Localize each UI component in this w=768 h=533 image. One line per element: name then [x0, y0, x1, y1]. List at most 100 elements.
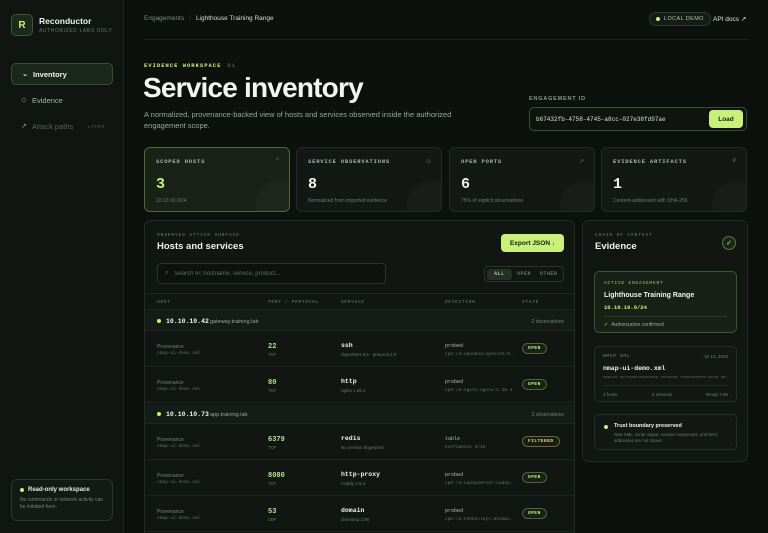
table-row[interactable]: Provenance nmap-ui-demo.xml 22 TCP ssh O…	[145, 332, 574, 367]
provenance-file: nmap-ui-demo.xml	[157, 387, 201, 392]
hosts-title: Hosts and services	[157, 241, 244, 252]
nmap-filename: nmap-ui-demo.xml	[603, 365, 666, 372]
sidebar-item-label: Inventory	[33, 69, 67, 79]
active-engagement-card[interactable]: ACTIVE ENGAGEMENT Lighthouse Training Ra…	[594, 271, 737, 333]
state-filter: ALL OPEN OTHER	[484, 266, 564, 282]
detection-method: probed	[445, 472, 464, 478]
observation-count: 2 observations	[531, 319, 564, 325]
trust-boundary-card: Trust boundary preserved Raw XML, script…	[594, 414, 737, 450]
status-dot-icon	[157, 319, 161, 323]
hosts-eyebrow: OBSERVED ATTACK SURFACE	[157, 233, 240, 238]
sidebar-nav: ⌄ Inventory ◇ Evidence ↗ Attack paths LA…	[11, 63, 113, 141]
port: 80	[268, 379, 277, 387]
search-input[interactable]	[174, 270, 365, 277]
service-name: redis	[341, 435, 361, 442]
authorization-text: Authorization confirmed	[611, 322, 664, 328]
column-state[interactable]: STATE	[522, 300, 539, 305]
provenance-file: nmap-ui-demo.xml	[157, 516, 201, 521]
cpe: cpe:/a:openbsd:openssh:9.6	[445, 352, 515, 357]
engagement-id-box: Load	[529, 107, 747, 131]
readonly-desc: No commands or network activity can be i…	[20, 497, 104, 510]
host-ip: 10.10.10.73	[166, 411, 209, 418]
table-row[interactable]: Provenance nmap-ui-demo.xml 8080 TCP htt…	[145, 461, 574, 496]
table-row[interactable]: Provenance nmap-ui-demo.xml 6379 TCP red…	[145, 425, 574, 460]
port: 8080	[268, 472, 285, 480]
port: 6379	[268, 436, 285, 444]
provenance-label: Provenance	[157, 344, 184, 350]
table-header: HOST PORT / PROTOCOL SERVICE DETECTION S…	[145, 293, 574, 310]
nmap-version: Nmap 7.95	[705, 392, 728, 397]
sidebar-item-inventory[interactable]: ⌄ Inventory	[11, 63, 113, 85]
stat-card-open-ports[interactable]: OPEN PORTS ↗ 6 75% of explicit observati…	[449, 147, 595, 212]
export-json-button[interactable]: Export JSON ↓	[501, 234, 564, 252]
column-host[interactable]: HOST	[157, 300, 171, 305]
api-docs-link[interactable]: API docs ↗	[713, 15, 746, 23]
column-service[interactable]: SERVICE	[341, 300, 365, 305]
column-port-protocol[interactable]: PORT / PROTOCOL	[268, 300, 319, 305]
status-badge: OPEN	[522, 379, 547, 390]
engagement-id-input[interactable]	[536, 113, 701, 126]
evidence-title: Evidence	[595, 241, 637, 252]
status-badge: OPEN	[522, 508, 547, 519]
brand[interactable]: R Reconductor AUTHORIZED LABS ONLY	[11, 14, 112, 36]
brand-logo: R	[11, 14, 33, 36]
nmap-hosts: 3 hosts	[603, 392, 618, 397]
sidebar-item-label: Attack paths	[32, 121, 74, 131]
page-title: Service inventory	[143, 72, 364, 103]
page-eyebrow-number: 01	[227, 62, 237, 69]
check-icon: ✓	[604, 322, 609, 328]
stat-label: SERVICE OBSERVATIONS	[308, 158, 391, 165]
host-group-row[interactable]: 10.10.10.42 gateway.training.lab 2 obser…	[145, 311, 574, 331]
cpe: Confidence 3/10	[445, 445, 486, 450]
provenance-file: nmap-ui-demo.xml	[157, 444, 201, 449]
table-row[interactable]: Provenance nmap-ui-demo.xml 53 UDP domai…	[145, 497, 574, 532]
host-ip: 10.10.10.42	[166, 318, 209, 325]
service-name: ssh	[341, 342, 353, 349]
breadcrumb-engagements[interactable]: Engagements	[144, 15, 184, 22]
search-box: ⌕	[157, 263, 386, 284]
detection-method: probed	[445, 379, 464, 385]
nmap-date: Jul 12, 2026	[703, 354, 728, 359]
provenance-file: nmap-ui-demo.xml	[157, 480, 201, 485]
engagement-id-label: ENGAGEMENT ID	[529, 96, 586, 102]
load-button[interactable]: Load	[709, 110, 743, 128]
nmap-artifact-card[interactable]: NMAP XML Jul 12, 2026 nmap-ui-demo.xml 0…	[594, 346, 737, 402]
diamond-icon: ◇	[426, 159, 431, 165]
sidebar-item-attack-paths[interactable]: ↗ Attack paths LATER	[11, 115, 113, 137]
breadcrumb: Engagements / Lighthouse Training Range	[144, 15, 274, 22]
active-engagement-scope: 10.10.10.0/24	[604, 304, 647, 311]
caret-up-icon: ^	[276, 158, 279, 164]
page-eyebrow: EVIDENCE WORKSPACE 01	[144, 62, 236, 69]
service-name: http-proxy	[341, 471, 381, 478]
sidebar: R Reconductor AUTHORIZED LABS ONLY ⌄ Inv…	[0, 0, 124, 533]
host-group-row[interactable]: 10.10.10.73 app.training.lab 3 observati…	[145, 404, 574, 424]
column-detection[interactable]: DETECTION	[445, 300, 476, 305]
cpe: cpe:/a:nginx:nginx:1.26.1	[445, 388, 513, 393]
sidebar-item-evidence[interactable]: ◇ Evidence	[11, 89, 113, 111]
status-dot-icon	[20, 488, 24, 492]
provenance-label: Provenance	[157, 473, 184, 479]
port: 22	[268, 343, 277, 351]
evidence-panel: CHAIN OF CONTEXT Evidence ✓ ACTIVE ENGAG…	[582, 220, 748, 462]
stat-card-evidence-artifacts[interactable]: EVIDENCE ARTIFACTS # 1 Content-addressed…	[601, 147, 747, 212]
trust-title: Trust boundary preserved	[614, 423, 682, 429]
stat-card-scoped-hosts[interactable]: SCOPED HOSTS ^ 3 10.10.10.0/24	[144, 147, 290, 212]
filter-all[interactable]: ALL	[487, 268, 512, 280]
service-version: No version fingerprint	[341, 445, 384, 450]
brand-name: Reconductor	[39, 16, 92, 26]
status-dot-icon	[656, 17, 660, 21]
filter-other[interactable]: OTHER	[536, 269, 561, 280]
brand-tagline: AUTHORIZED LABS ONLY	[39, 28, 113, 34]
detection-method: table	[445, 436, 461, 442]
terminal-icon: ⌄	[22, 71, 28, 78]
protocol: TCP	[268, 482, 277, 487]
nmap-eyebrow: NMAP XML	[603, 354, 631, 359]
cpe: cpe:/a:thekelleys:dnsmasq:2.90	[445, 517, 515, 522]
filter-open[interactable]: OPEN	[512, 269, 537, 280]
table-row[interactable]: Provenance nmap-ui-demo.xml 80 TCP http …	[145, 368, 574, 403]
hosts-panel: OBSERVED ATTACK SURFACE Hosts and servic…	[144, 220, 575, 533]
port: 53	[268, 508, 277, 516]
check-icon: ✓	[722, 236, 736, 250]
active-engagement-eyebrow: ACTIVE ENGAGEMENT	[604, 281, 664, 286]
stat-card-service-observations[interactable]: SERVICE OBSERVATIONS ◇ 8 Normalized from…	[296, 147, 442, 212]
